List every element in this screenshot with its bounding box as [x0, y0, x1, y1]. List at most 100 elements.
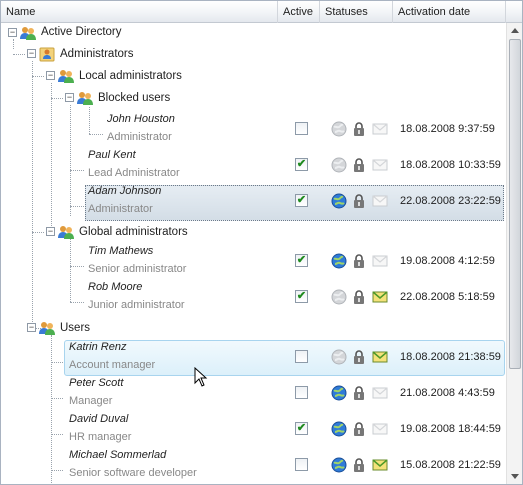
tree-node-administrators[interactable]: Administrators [60, 48, 134, 60]
tree-line [70, 105, 71, 216]
globe-offline-icon [331, 121, 347, 137]
person-name[interactable]: David Duval [69, 413, 128, 425]
users-group-icon [20, 27, 36, 40]
person-name[interactable]: Katrin Renz [69, 341, 126, 353]
person-name[interactable]: Rob Moore [88, 281, 142, 293]
column-header-statuses[interactable]: Statuses [320, 1, 393, 23]
scroll-down-arrow-icon[interactable] [511, 474, 519, 479]
mail-read-icon [372, 121, 388, 137]
tree-line [51, 398, 63, 399]
collapse-toggle-local-administrators[interactable]: − [46, 71, 55, 80]
collapse-toggle-global-administrators[interactable]: − [46, 227, 55, 236]
column-header-activation-date[interactable]: Activation date [393, 1, 506, 23]
tree-line [89, 107, 90, 134]
mail-new-icon [372, 349, 388, 365]
lock-icon [351, 121, 367, 137]
tree-line [32, 61, 33, 328]
active-checkbox[interactable]: ✔ [295, 254, 308, 267]
tree-node-users[interactable]: Users [60, 322, 90, 334]
tree-line [51, 335, 52, 484]
column-header-bar: Name Active Statuses Activation date [1, 1, 522, 23]
lock-icon [351, 193, 367, 209]
users-group-icon [58, 226, 74, 239]
activation-date: 18.08.2008 21:38:59 [400, 351, 501, 363]
lock-icon [351, 253, 367, 269]
active-checkbox[interactable] [295, 458, 308, 471]
active-checkbox[interactable] [295, 122, 308, 135]
admin-group-icon [39, 47, 55, 62]
tree-line [32, 232, 44, 233]
active-checkbox[interactable]: ✔ [295, 422, 308, 435]
tree-line [51, 434, 63, 435]
person-role: Administrator [88, 203, 153, 215]
vertical-scrollbar[interactable] [506, 23, 522, 484]
tree-line [70, 302, 84, 303]
activation-date: 19.08.2008 4:12:59 [400, 255, 495, 267]
person-name[interactable]: Michael Sommerlad [69, 449, 166, 461]
collapse-toggle-root[interactable]: − [8, 28, 17, 37]
tree-node-global-administrators[interactable]: Global administrators [79, 226, 188, 238]
activation-date: 22.08.2008 23:22:59 [400, 195, 501, 207]
tree-line [32, 76, 44, 77]
lock-icon [351, 157, 367, 173]
column-header-name[interactable]: Name [1, 1, 278, 23]
collapse-toggle-administrators[interactable]: − [27, 49, 36, 58]
activation-date: 18.08.2008 9:37:59 [400, 123, 495, 135]
users-group-icon [77, 92, 93, 105]
scrollbar-thumb[interactable] [509, 39, 521, 369]
active-checkbox[interactable] [295, 350, 308, 363]
lock-icon [351, 457, 367, 473]
tree-line [70, 266, 84, 267]
tree-line [13, 39, 14, 49]
column-header-active[interactable]: Active [278, 1, 320, 23]
active-checkbox[interactable] [295, 386, 308, 399]
mail-read-icon [372, 193, 388, 209]
mouse-cursor-icon [194, 367, 208, 387]
scroll-up-arrow-icon[interactable] [511, 28, 519, 33]
activation-date: 19.08.2008 18:44:59 [400, 423, 501, 435]
active-checkbox[interactable]: ✔ [295, 290, 308, 303]
person-role: Administrator [107, 131, 172, 143]
person-name[interactable]: Tim Mathews [88, 245, 153, 257]
collapse-toggle-users[interactable]: − [27, 323, 36, 332]
activation-date: 21.08.2008 4:43:59 [400, 387, 495, 399]
lock-icon [351, 349, 367, 365]
person-name[interactable]: Peter Scott [69, 377, 123, 389]
person-role: Manager [69, 395, 113, 407]
active-checkbox[interactable]: ✔ [295, 194, 308, 207]
active-checkbox[interactable]: ✔ [295, 158, 308, 171]
activation-date: 22.08.2008 5:18:59 [400, 291, 495, 303]
mail-read-icon [372, 253, 388, 269]
users-group-icon [39, 322, 55, 335]
tree-line [13, 54, 25, 55]
person-role: Senior software developer [69, 467, 197, 479]
globe-offline-icon [331, 289, 347, 305]
globe-online-icon [331, 253, 347, 269]
tree-line [70, 170, 84, 171]
activation-date: 15.08.2008 21:22:59 [400, 459, 501, 471]
tree-node-active-directory[interactable]: Active Directory [41, 26, 122, 38]
tree-node-blocked-users[interactable]: Blocked users [98, 92, 170, 104]
person-name[interactable]: Adam Johnson [88, 185, 161, 197]
lock-icon [351, 421, 367, 437]
tree-line [51, 83, 52, 232]
mail-read-icon [372, 157, 388, 173]
collapse-toggle-blocked-users[interactable]: − [65, 93, 74, 102]
tree-line [89, 134, 103, 135]
globe-offline-icon [331, 349, 347, 365]
users-group-icon [58, 70, 74, 83]
lock-icon [351, 385, 367, 401]
person-role: Senior administrator [88, 263, 187, 275]
tree-node-local-administrators[interactable]: Local administrators [79, 70, 182, 82]
tree-line [70, 206, 84, 207]
tree-line [51, 98, 63, 99]
lock-icon [351, 289, 367, 305]
person-name[interactable]: Paul Kent [88, 149, 136, 161]
globe-online-icon [331, 193, 347, 209]
mail-new-icon [372, 457, 388, 473]
activation-date: 18.08.2008 10:33:59 [400, 159, 501, 171]
person-role: HR manager [69, 431, 132, 443]
globe-online-icon [331, 385, 347, 401]
person-name[interactable]: John Houston [107, 113, 175, 125]
mail-read-icon [372, 385, 388, 401]
